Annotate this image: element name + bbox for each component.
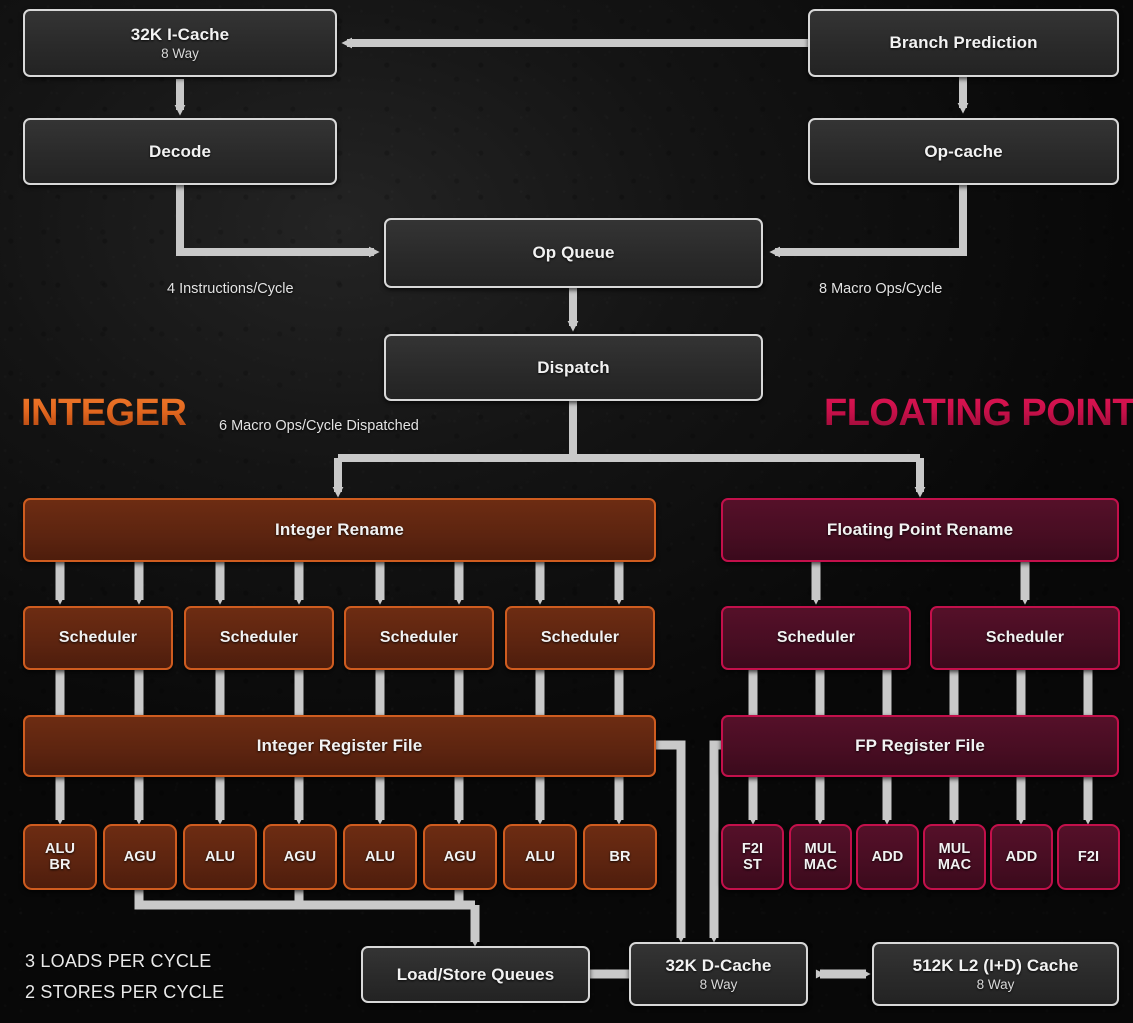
block-integer-register-file[interactable]: Integer Register File	[23, 715, 656, 777]
block-title: ADD	[1005, 848, 1038, 865]
block-title: Decode	[148, 141, 211, 161]
wire-int-rf-to-dcache	[655, 740, 686, 943]
block-integer-unit-alu-4[interactable]: ALU	[503, 824, 577, 890]
block-title: Integer Register File	[256, 736, 423, 755]
block-title: ALU BR	[44, 840, 76, 873]
block-dispatch[interactable]: Dispatch	[384, 334, 763, 401]
block-integer-scheduler-2[interactable]: Scheduler	[184, 606, 334, 670]
block-fp-register-file[interactable]: FP Register File	[721, 715, 1119, 777]
wire-agu1-bus	[134, 890, 475, 910]
block-fp-scheduler-2[interactable]: Scheduler	[930, 606, 1120, 670]
block-fp-unit-mul-mac-1[interactable]: MUL MAC	[789, 824, 852, 890]
block-integer-unit-alu-3[interactable]: ALU	[343, 824, 417, 890]
heading-integer: INTEGER	[21, 392, 187, 434]
block-integer-scheduler-1[interactable]: Scheduler	[23, 606, 173, 670]
block-subtitle: 8 Way	[161, 46, 199, 61]
annotation-loads-per-cycle: 3 LOADS PER CYCLE	[25, 951, 212, 971]
block-title: FP Register File	[855, 736, 985, 755]
block-title: Scheduler	[540, 629, 620, 646]
block-fp-unit-add-1[interactable]: ADD	[856, 824, 919, 890]
block-integer-unit-agu-3[interactable]: AGU	[423, 824, 497, 890]
block-title: Integer Rename	[275, 520, 404, 539]
block-fp-unit-f2i[interactable]: F2I	[1057, 824, 1120, 890]
block-title: F2I ST	[741, 840, 764, 873]
block-title: F2I	[1077, 848, 1100, 865]
block-32k-icache[interactable]: 32K I-Cache 8 Way	[23, 9, 337, 77]
block-integer-rename[interactable]: Integer Rename	[23, 498, 656, 562]
block-fp-unit-f2i-st[interactable]: F2I ST	[721, 824, 784, 890]
wire-opcache-to-opqueue	[769, 185, 967, 258]
block-title: AGU	[283, 848, 317, 865]
annotation-dispatched-per-cycle: 6 Macro Ops/Cycle Dispatched	[219, 418, 419, 434]
block-title: Scheduler	[776, 629, 856, 646]
block-fp-unit-mul-mac-2[interactable]: MUL MAC	[923, 824, 986, 890]
block-subtitle: 8 Way	[976, 977, 1015, 992]
block-title: AGU	[123, 848, 157, 865]
block-title: ALU	[524, 848, 556, 865]
block-title: 32K I-Cache	[130, 25, 230, 44]
block-title: ADD	[871, 848, 904, 865]
block-title: 512K L2 (I+D) Cache	[912, 956, 1079, 975]
block-fp-scheduler-1[interactable]: Scheduler	[721, 606, 911, 670]
block-title: 32K D-Cache	[665, 956, 772, 975]
block-title: Dispatch	[537, 357, 610, 377]
block-op-queue[interactable]: Op Queue	[384, 218, 763, 288]
wire-fp-rf-to-dcache	[709, 740, 721, 943]
block-title: ALU	[204, 848, 236, 865]
block-32k-dcache[interactable]: 32K D-Cache 8 Way	[629, 942, 808, 1006]
block-title: Branch Prediction	[889, 33, 1038, 52]
block-512k-l2-cache[interactable]: 512K L2 (I+D) Cache 8 Way	[872, 942, 1119, 1006]
block-opcache[interactable]: Op-cache	[808, 118, 1119, 185]
diagram-canvas: 32K I-Cache 8 Way Branch Prediction Deco…	[0, 0, 1133, 1023]
block-title: Load/Store Queues	[396, 964, 555, 984]
block-integer-unit-br[interactable]: BR	[583, 824, 657, 890]
block-branch-prediction[interactable]: Branch Prediction	[808, 9, 1119, 77]
annotation-instructions-per-cycle: 4 Instructions/Cycle	[167, 281, 294, 297]
block-integer-unit-alu-br[interactable]: ALU BR	[23, 824, 97, 890]
block-title: Scheduler	[379, 629, 459, 646]
annotation-stores-per-cycle: 2 STORES PER CYCLE	[25, 982, 225, 1002]
block-subtitle: 8 Way	[699, 977, 738, 992]
block-fp-unit-add-2[interactable]: ADD	[990, 824, 1053, 890]
block-title: Scheduler	[219, 629, 299, 646]
annotation-macro-ops-per-cycle: 8 Macro Ops/Cycle	[819, 281, 943, 297]
block-title: Op-cache	[924, 141, 1003, 161]
block-title: AGU	[443, 848, 477, 865]
block-fp-rename[interactable]: Floating Point Rename	[721, 498, 1119, 562]
block-decode[interactable]: Decode	[23, 118, 337, 185]
block-title: Op Queue	[532, 243, 615, 262]
block-integer-unit-alu-2[interactable]: ALU	[183, 824, 257, 890]
block-title: Scheduler	[58, 629, 138, 646]
block-integer-unit-agu-1[interactable]: AGU	[103, 824, 177, 890]
heading-floating-point: FLOATING POINT	[824, 392, 1133, 435]
block-title: ALU	[364, 848, 396, 865]
block-title: MUL MAC	[937, 840, 972, 873]
wire-decode-to-opqueue	[176, 185, 380, 258]
block-title: Scheduler	[985, 629, 1065, 646]
block-title: Floating Point Rename	[826, 520, 1014, 539]
block-load-store-queues[interactable]: Load/Store Queues	[361, 946, 590, 1003]
block-integer-scheduler-3[interactable]: Scheduler	[344, 606, 494, 670]
block-integer-scheduler-4[interactable]: Scheduler	[505, 606, 655, 670]
block-title: BR	[609, 848, 631, 865]
block-integer-unit-agu-2[interactable]: AGU	[263, 824, 337, 890]
block-title: MUL MAC	[803, 840, 838, 873]
